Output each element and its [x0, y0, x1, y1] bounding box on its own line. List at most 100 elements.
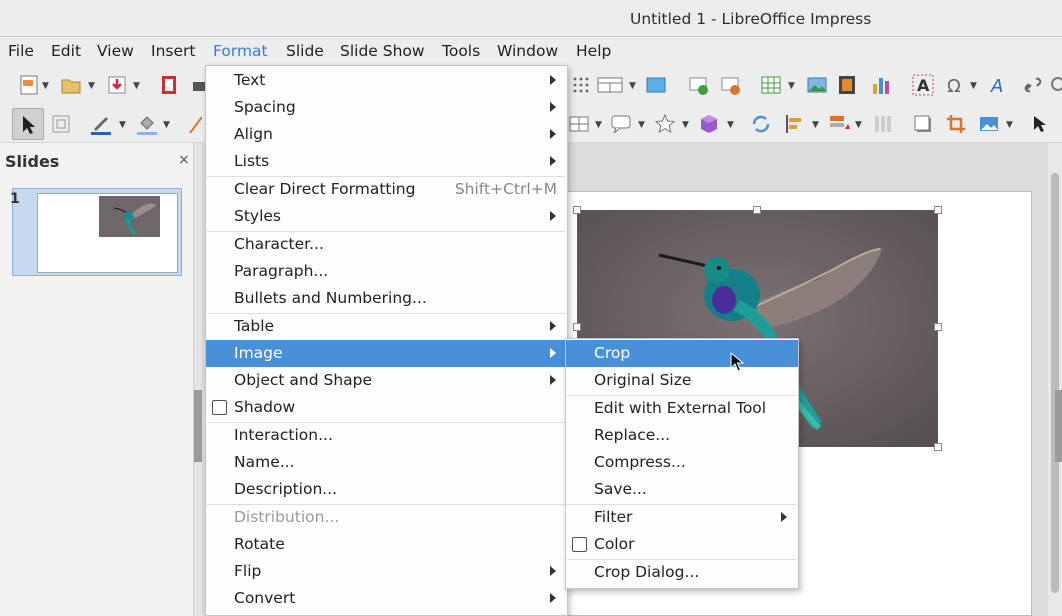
menu-view[interactable]: View — [97, 42, 134, 60]
menu-item-table[interactable]: Table — [206, 313, 567, 340]
chevron-down-icon[interactable]: ▼ — [119, 120, 126, 130]
chevron-down-icon[interactable]: ▼ — [788, 81, 795, 91]
menu-item-text[interactable]: Text — [206, 67, 567, 94]
select-tool-button[interactable] — [12, 108, 44, 140]
scrollbar-thumb[interactable] — [1051, 173, 1059, 593]
menu-item-convert[interactable]: Convert — [206, 585, 567, 612]
arrange-icon[interactable] — [828, 113, 850, 135]
menu-item-lists[interactable]: Lists — [206, 148, 567, 175]
open-folder-icon[interactable] — [60, 74, 82, 96]
insert-media-icon[interactable] — [836, 74, 858, 96]
menu-item-filter[interactable]: Filter — [566, 504, 798, 531]
menu-file[interactable]: File — [8, 42, 34, 60]
chevron-down-icon[interactable]: ▼ — [163, 120, 170, 130]
vertical-scrollbar[interactable] — [1048, 143, 1062, 616]
menu-slide-show[interactable]: Slide Show — [340, 42, 425, 60]
menu-item-flip[interactable]: Flip — [206, 558, 567, 585]
menu-window[interactable]: Window — [497, 42, 558, 60]
chevron-down-icon[interactable]: ▼ — [682, 120, 689, 130]
menu-item-compress[interactable]: Compress... — [566, 449, 798, 476]
resize-handle[interactable] — [934, 206, 942, 214]
fontwork-icon[interactable]: A — [988, 74, 1010, 96]
menu-item-spacing[interactable]: Spacing — [206, 94, 567, 121]
resize-handle[interactable] — [753, 206, 761, 214]
line-tool-icon[interactable] — [184, 113, 202, 135]
menu-item-styles[interactable]: Styles — [206, 203, 567, 230]
chevron-down-icon[interactable]: ▼ — [638, 120, 645, 130]
menu-item-paragraph[interactable]: Paragraph... — [206, 258, 567, 285]
extrusion-pointer-icon[interactable] — [1030, 113, 1052, 135]
export-pdf-icon[interactable] — [158, 74, 180, 96]
menu-item-description[interactable]: Description... — [206, 476, 567, 503]
shadow-icon[interactable] — [912, 113, 934, 135]
crop-icon[interactable] — [945, 113, 967, 135]
display-views-icon[interactable] — [596, 74, 624, 96]
zoom-pan-icon[interactable] — [50, 113, 72, 135]
color-checkbox[interactable] — [572, 537, 587, 552]
callout-icon[interactable] — [610, 113, 632, 135]
insert-table-icon[interactable] — [760, 74, 782, 96]
table-icon[interactable] — [568, 113, 590, 135]
fill-color-icon[interactable] — [136, 113, 158, 135]
menu-item-clear-direct-formatting[interactable]: Clear Direct Formatting Shift+Ctrl+M — [206, 176, 567, 203]
menu-item-color[interactable]: Color — [566, 531, 798, 558]
chevron-down-icon[interactable]: ▼ — [812, 120, 819, 130]
resize-handle[interactable] — [573, 206, 581, 214]
menu-item-image[interactable]: Image — [206, 340, 567, 367]
text-box-icon[interactable]: A — [912, 74, 934, 96]
menu-item-replace[interactable]: Replace... — [566, 422, 798, 449]
chevron-down-icon[interactable]: ▼ — [970, 81, 977, 91]
chevron-down-icon[interactable]: ▼ — [595, 120, 602, 130]
chevron-down-icon[interactable]: ▼ — [629, 81, 636, 91]
menu-item-original-size[interactable]: Original Size — [566, 367, 798, 394]
new-slide-icon[interactable] — [688, 74, 710, 96]
duplicate-slide-icon[interactable] — [720, 74, 742, 96]
resize-handle[interactable] — [573, 323, 581, 331]
chevron-down-icon[interactable]: ▼ — [133, 81, 140, 91]
menu-item-object-and-shape[interactable]: Object and Shape — [206, 367, 567, 394]
menu-item-crop[interactable]: Crop — [566, 340, 798, 367]
rotate-icon[interactable] — [750, 113, 772, 135]
align-objects-icon[interactable] — [784, 113, 806, 135]
menu-format[interactable]: Format — [213, 42, 268, 60]
menu-help[interactable]: Help — [576, 42, 611, 60]
chevron-down-icon[interactable]: ▼ — [88, 81, 95, 91]
distribute-icon[interactable] — [872, 113, 894, 135]
find-icon[interactable] — [1048, 74, 1062, 96]
panel-splitter[interactable] — [194, 390, 202, 462]
menu-item-interaction[interactable]: Interaction... — [206, 422, 567, 449]
line-color-icon[interactable] — [90, 113, 112, 135]
new-document-icon[interactable] — [18, 74, 40, 96]
menu-item-edit-with-external-tool[interactable]: Edit with External Tool — [566, 395, 798, 422]
grid-icon[interactable] — [570, 74, 592, 96]
menu-item-shadow[interactable]: Shadow — [206, 394, 567, 421]
shadow-checkbox[interactable] — [212, 400, 227, 415]
chevron-down-icon[interactable]: ▼ — [1006, 120, 1013, 130]
save-icon[interactable] — [106, 74, 128, 96]
resize-handle[interactable] — [934, 323, 942, 331]
insert-image-icon[interactable] — [806, 74, 828, 96]
menu-item-name[interactable]: Name... — [206, 449, 567, 476]
master-slide-icon[interactable] — [645, 74, 667, 96]
star-shape-icon[interactable] — [654, 113, 676, 135]
3d-object-icon[interactable] — [698, 113, 720, 135]
menu-insert[interactable]: Insert — [151, 42, 195, 60]
chevron-down-icon[interactable]: ▼ — [42, 81, 49, 91]
insert-chart-icon[interactable] — [870, 74, 892, 96]
hyperlink-icon[interactable] — [1022, 74, 1044, 96]
menu-tools[interactable]: Tools — [442, 42, 480, 60]
menu-edit[interactable]: Edit — [51, 42, 81, 60]
menu-item-align[interactable]: Align — [206, 121, 567, 148]
special-character-icon[interactable]: Ω — [944, 74, 966, 96]
menu-item-character[interactable]: Character... — [206, 231, 567, 258]
menu-item-save[interactable]: Save... — [566, 476, 798, 503]
close-icon[interactable]: × — [178, 152, 190, 168]
image-filter-icon[interactable] — [978, 113, 1000, 135]
right-panel-splitter[interactable] — [1055, 390, 1062, 462]
chevron-down-icon[interactable]: ▼ — [855, 120, 862, 130]
menu-item-crop-dialog[interactable]: Crop Dialog... — [566, 559, 798, 586]
menu-item-bullets-and-numbering[interactable]: Bullets and Numbering... — [206, 285, 567, 312]
menu-slide[interactable]: Slide — [286, 42, 324, 60]
menu-item-rotate[interactable]: Rotate — [206, 531, 567, 558]
resize-handle[interactable] — [934, 443, 942, 451]
